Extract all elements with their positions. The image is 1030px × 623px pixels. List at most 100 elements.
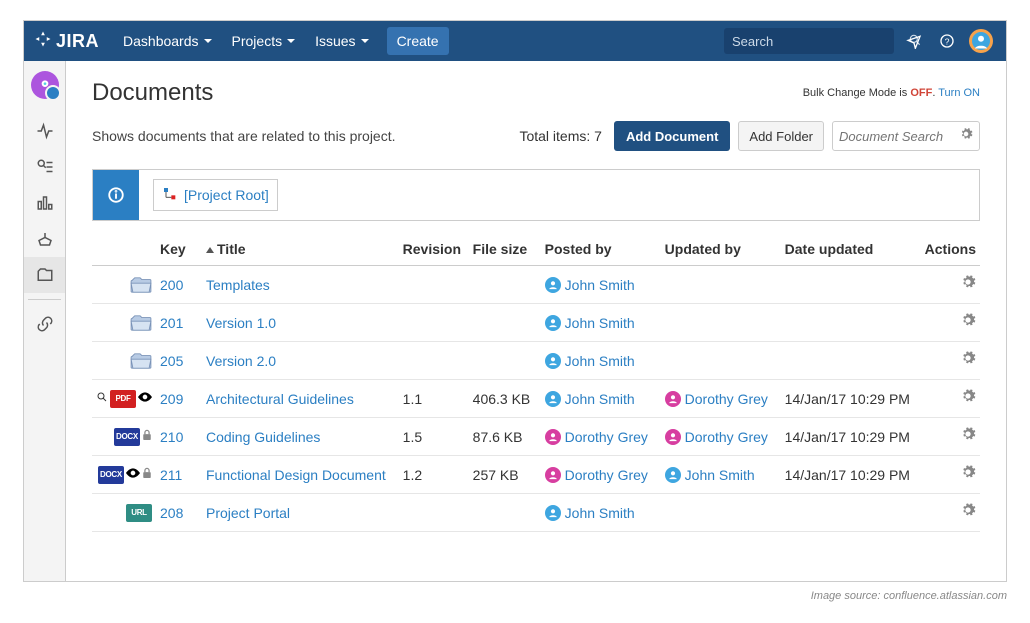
column-revision[interactable]: Revision [399,233,469,266]
user-link[interactable]: John Smith [665,467,755,483]
column-posted-by[interactable]: Posted by [541,233,661,266]
doc-title-link[interactable]: Functional Design Document [206,467,386,483]
doc-date-updated: 14/Jan/17 10:29 PM [781,456,921,494]
bulk-turn-on-link[interactable]: Turn ON [938,87,980,99]
tree-icon [162,186,178,205]
doc-revision [399,494,469,532]
add-document-button[interactable]: Add Document [614,121,730,151]
doc-filesize [469,494,541,532]
doc-date-updated [781,266,921,304]
sidebar-link-icon[interactable] [24,306,65,342]
doc-key-link[interactable]: 200 [160,277,183,293]
row-actions-gear-icon[interactable] [960,391,976,408]
doc-date-updated: 14/Jan/17 10:29 PM [781,380,921,418]
user-link[interactable]: John Smith [545,505,635,521]
search-settings-gear-icon[interactable] [959,127,973,146]
doc-revision: 1.1 [399,380,469,418]
user-link[interactable]: Dorothy Grey [665,429,768,445]
table-row: 201 Version 1.0 John Smith [92,304,980,342]
eye-icon[interactable] [126,468,140,481]
user-avatar-icon [665,391,681,407]
document-search[interactable] [832,121,980,151]
bulk-state: OFF [910,87,932,99]
row-actions-gear-icon[interactable] [960,315,976,332]
user-menu[interactable] [968,29,996,53]
doc-title-link[interactable]: Version 2.0 [206,353,276,369]
user-link[interactable]: John Smith [545,353,635,369]
doc-revision [399,304,469,342]
total-items-label: Total items: 7 [519,128,602,144]
document-search-input[interactable] [839,129,959,144]
create-button[interactable]: Create [387,27,449,55]
doc-filesize [469,304,541,342]
pdf-file-icon: PDF [110,390,136,408]
global-search[interactable] [724,28,894,54]
lock-icon [142,429,152,444]
column-filesize[interactable]: File size [469,233,541,266]
user-link[interactable]: Dorothy Grey [545,429,648,445]
sidebar-ship-icon[interactable] [24,221,65,257]
main-area: Documents Bulk Change Mode is OFF. Turn … [24,61,1006,581]
doc-title-link[interactable]: Project Portal [206,505,290,521]
row-actions-gear-icon[interactable] [960,277,976,294]
project-sidebar [24,61,66,581]
column-title[interactable]: Title [202,233,399,266]
sidebar-reports-icon[interactable] [24,185,65,221]
nav-issues[interactable]: Issues [305,21,378,61]
breadcrumb-root[interactable]: [Project Root] [153,179,278,211]
row-actions-gear-icon[interactable] [960,505,976,522]
doc-title-link[interactable]: Version 1.0 [206,315,276,331]
doc-key-link[interactable]: 211 [160,467,182,483]
user-avatar-icon [545,277,561,293]
help-icon[interactable]: ? [934,33,962,49]
table-row: 205 Version 2.0 John Smith [92,342,980,380]
jira-logo[interactable]: JIRA [34,30,99,53]
folder-icon[interactable] [96,276,152,294]
doc-filesize: 257 KB [469,456,541,494]
row-actions-gear-icon[interactable] [960,429,976,446]
user-link[interactable]: John Smith [545,277,635,293]
doc-key-link[interactable]: 205 [160,353,183,369]
doc-filesize: 406.3 KB [469,380,541,418]
project-avatar[interactable] [31,71,59,99]
row-actions-gear-icon[interactable] [960,467,976,484]
folder-icon[interactable] [96,314,152,332]
doc-date-updated [781,494,921,532]
nav-projects[interactable]: Projects [222,21,306,61]
doc-key-link[interactable]: 210 [160,429,183,445]
column-updated-by[interactable]: Updated by [661,233,781,266]
user-avatar-icon [545,467,561,483]
doc-date-updated: 14/Jan/17 10:29 PM [781,418,921,456]
feedback-icon[interactable] [900,33,928,49]
table-row: 200 Templates John Smith [92,266,980,304]
doc-revision: 1.2 [399,456,469,494]
doc-key-link[interactable]: 208 [160,505,183,521]
table-row: DOCX211Functional Design Document1.2257 … [92,456,980,494]
table-row: PDF 209 Architectural Guidelines 1.1406.3 K… [92,380,980,418]
nav-dashboards[interactable]: Dashboards [113,21,222,61]
doc-key-link[interactable]: 201 [160,315,183,331]
row-actions-gear-icon[interactable] [960,353,976,370]
user-link[interactable]: Dorothy Grey [665,391,768,407]
user-link[interactable]: John Smith [545,391,635,407]
sidebar-activity-icon[interactable] [24,113,65,149]
global-search-input[interactable] [732,34,908,49]
doc-title-link[interactable]: Templates [206,277,270,293]
info-icon[interactable] [93,170,139,220]
column-key[interactable]: Key [156,233,202,266]
sidebar-documents-icon[interactable] [24,257,65,293]
breadcrumb-root-link[interactable]: [Project Root] [184,187,269,203]
doc-key-link[interactable]: 209 [160,391,183,407]
user-link[interactable]: Dorothy Grey [545,467,648,483]
user-avatar-icon [665,429,681,445]
add-folder-button[interactable]: Add Folder [738,121,824,151]
sidebar-search-list-icon[interactable] [24,149,65,185]
folder-icon[interactable] [96,352,152,370]
user-link[interactable]: John Smith [545,315,635,331]
doc-title-link[interactable]: Coding Guidelines [206,429,320,445]
column-actions: Actions [921,233,980,266]
column-date-updated[interactable]: Date updated [781,233,921,266]
eye-icon[interactable] [138,392,152,405]
doc-title-link[interactable]: Architectural Guidelines [206,391,354,407]
zoom-icon[interactable] [96,391,108,406]
